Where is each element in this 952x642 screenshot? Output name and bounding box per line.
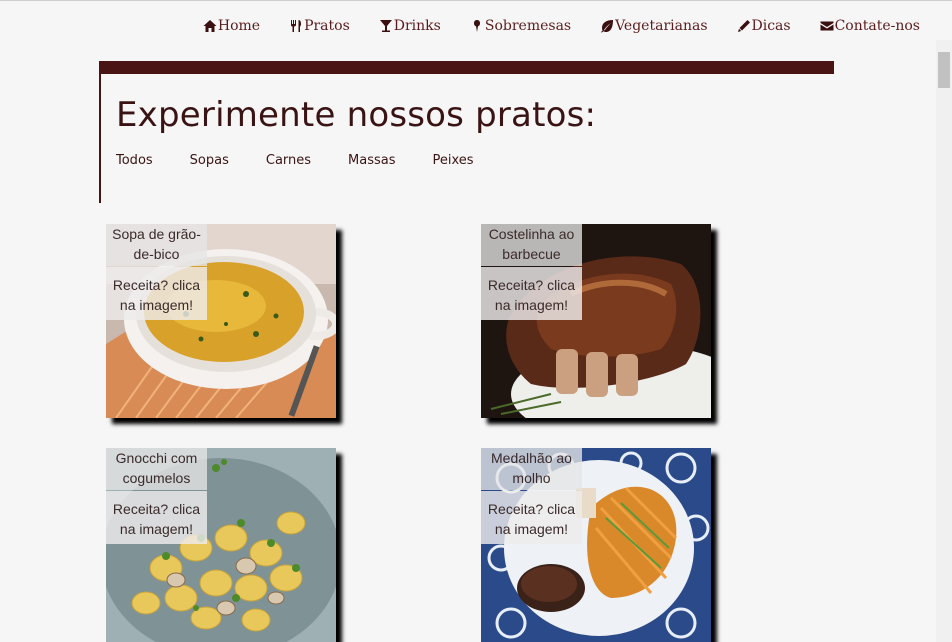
dishes-header: Experimente nossos pratos: Todos Sopas C… bbox=[99, 61, 834, 203]
header-left-border bbox=[99, 74, 101, 203]
card-title: Medalhão ao molho bbox=[481, 448, 582, 490]
category-filters: Todos Sopas Carnes Massas Peixes bbox=[116, 153, 511, 168]
nav-item-label: Sobremesas bbox=[484, 18, 572, 34]
nav-item-drinks[interactable]: Drinks bbox=[379, 18, 441, 34]
nav-item-vegetarianas[interactable]: Vegetarianas bbox=[600, 18, 708, 34]
header-accent-bar bbox=[99, 61, 834, 74]
vertical-scrollbar[interactable] bbox=[936, 40, 952, 642]
filter-carnes[interactable]: Carnes bbox=[266, 153, 311, 168]
nav-item-label: Dicas bbox=[751, 18, 791, 34]
leaf-icon bbox=[600, 19, 614, 33]
card-title: Costelinha ao barbecue bbox=[481, 224, 582, 266]
nav-item-label: Pratos bbox=[304, 18, 350, 34]
home-icon bbox=[203, 19, 217, 33]
nav-item-label: Drinks bbox=[393, 18, 441, 34]
nav-item-label: Home bbox=[217, 18, 261, 34]
recipe-card-medalhao[interactable]: Medalhão ao molho Receita? clica na imag… bbox=[481, 448, 711, 642]
page: Home Pratos Drinks Sobremesas Vegetarian… bbox=[0, 0, 952, 642]
filter-massas[interactable]: Massas bbox=[348, 153, 395, 168]
filter-peixes[interactable]: Peixes bbox=[433, 153, 474, 168]
nav-item-home[interactable]: Home bbox=[203, 18, 260, 34]
nav-item-dicas[interactable]: Dicas bbox=[737, 18, 791, 34]
nav-item-sobremesas[interactable]: Sobremesas bbox=[470, 18, 571, 34]
pencil-icon bbox=[737, 19, 751, 33]
card-hint: Receita? clica na imagem! bbox=[106, 267, 207, 320]
recipe-card-costelinha[interactable]: Costelinha ao barbecue Receita? clica na… bbox=[481, 224, 711, 418]
nav-item-label: Vegetarianas bbox=[615, 18, 708, 34]
ice-cream-icon bbox=[470, 19, 484, 33]
nav-item-pratos[interactable]: Pratos bbox=[289, 18, 350, 34]
cocktail-glass-icon bbox=[379, 19, 393, 33]
nav-item-label: Contate-nos bbox=[834, 18, 920, 34]
nav-item-contate-nos[interactable]: Contate-nos bbox=[820, 18, 920, 34]
filter-sopas[interactable]: Sopas bbox=[190, 153, 229, 168]
recipe-card-sopa[interactable]: Sopa de grão-de-bico Receita? clica na i… bbox=[106, 224, 336, 418]
card-hint: Receita? clica na imagem! bbox=[481, 491, 582, 544]
envelope-icon bbox=[820, 19, 834, 33]
main-nav: Home Pratos Drinks Sobremesas Vegetarian… bbox=[174, 18, 920, 34]
recipe-card-gnocchi[interactable]: Gnocchi com cogumelos Receita? clica na … bbox=[106, 448, 336, 642]
card-title: Sopa de grão-de-bico bbox=[106, 224, 207, 266]
card-title: Gnocchi com cogumelos bbox=[106, 448, 207, 490]
top-border bbox=[0, 0, 952, 1]
filter-todos[interactable]: Todos bbox=[116, 153, 153, 168]
page-title: Experimente nossos pratos: bbox=[116, 95, 597, 135]
scrollbar-thumb[interactable] bbox=[938, 52, 950, 88]
card-hint: Receita? clica na imagem! bbox=[106, 491, 207, 544]
card-hint: Receita? clica na imagem! bbox=[481, 267, 582, 320]
fork-knife-icon bbox=[289, 19, 303, 33]
